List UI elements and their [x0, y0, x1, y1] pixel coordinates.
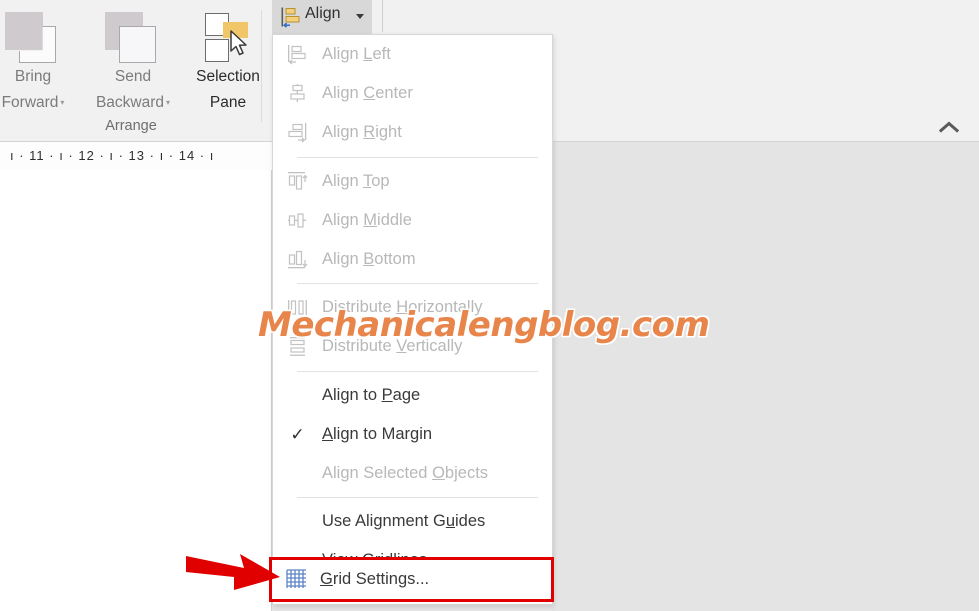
arrange-group-title: Arrange [105, 118, 157, 134]
horizontal-ruler[interactable]: ı · 11 · ı · 12 · ı · 13 · ı · 14 · ı [0, 142, 272, 171]
selection-pane-icon [176, 8, 280, 64]
bring-forward-button[interactable]: Bring Forward ▾ [0, 8, 88, 116]
send-backward-label-line2: Backward [95, 94, 165, 112]
menu-item-icon-slot [273, 454, 322, 493]
menu-item-label: Use Alignment Guides [322, 512, 486, 531]
distribute-horizontal-icon [273, 288, 322, 327]
menu-item-label: Align Right [322, 123, 402, 142]
menu-item-align-selected-objects: Align Selected Objects [273, 454, 552, 493]
ribbon-group-arrange: Bring Forward ▾ Send Backward ▾ Selectio… [0, 0, 262, 141]
menu-item-label: Distribute Vertically [322, 337, 463, 356]
menu-item-align-to-margin[interactable]: ✓ Align to Margin [273, 415, 552, 454]
ruler-ticks: ı · 11 · ı · 12 · ı · 13 · ı · 14 · ı [10, 148, 215, 163]
menu-item-align-middle: Align Middle [273, 201, 552, 240]
workspace-background [552, 170, 979, 611]
menu-item-label: Align Center [322, 84, 413, 103]
distribute-vertical-icon [273, 327, 322, 366]
menu-item-label: Align Top [322, 171, 390, 190]
ribbon-vertical-divider [382, 0, 383, 32]
align-button[interactable]: Align [272, 0, 372, 34]
menu-item-align-left: Align Left [273, 35, 552, 74]
red-arrow-pointer [186, 554, 280, 590]
align-center-icon [273, 74, 322, 113]
menu-item-label: Align Selected Objects [322, 463, 489, 482]
menu-item-grid-settings[interactable]: Grid Settings... [269, 557, 554, 602]
align-top-icon [273, 162, 322, 201]
menu-item-use-alignment-guides[interactable]: Use Alignment Guides [273, 502, 552, 541]
menu-item-label: Distribute Horizontally [322, 298, 483, 317]
document-canvas[interactable] [0, 170, 272, 611]
grid-settings-accel-key: G [320, 570, 333, 588]
menu-separator [297, 156, 538, 158]
align-middle-icon [273, 201, 322, 240]
send-backward-icon [78, 8, 188, 64]
selection-pane-label-line2: Pane [209, 94, 247, 111]
menu-item-icon-slot [273, 502, 322, 541]
align-left-icon [281, 7, 300, 28]
menu-item-label: Align to Margin [322, 424, 433, 443]
menu-item-label: Align to Page [322, 385, 421, 404]
menu-separator [297, 283, 538, 285]
menu-separator [297, 370, 538, 372]
align-button-label: Align [305, 5, 341, 22]
selection-pane-button[interactable]: Selection Pane [176, 8, 280, 116]
align-dropdown-menu[interactable]: Align Left Align Center Align Right Align T… [269, 34, 554, 605]
align-right-icon [273, 113, 322, 152]
menu-separator [297, 497, 538, 499]
chevron-down-icon: ▾ [166, 98, 171, 107]
selection-pane-label-line1: Selection [196, 68, 260, 85]
chevron-down-icon [356, 14, 364, 19]
menu-item-align-center: Align Center [273, 74, 552, 113]
menu-item-distribute-horizontally: Distribute Horizontally [273, 288, 552, 327]
mouse-cursor-icon [230, 30, 247, 56]
menu-item-distribute-vertically: Distribute Vertically [273, 327, 552, 366]
workspace-background-top [552, 142, 979, 170]
bring-forward-label-line1: Bring [14, 68, 52, 85]
menu-item-label: Align Middle [322, 210, 412, 229]
menu-item-align-top: Align Top [273, 162, 552, 201]
chevron-up-icon[interactable] [938, 120, 960, 134]
menu-item-align-bottom: Align Bottom [273, 240, 552, 279]
menu-item-label: Align Bottom [322, 250, 416, 269]
grid-settings-label-post: rid Settings... [332, 570, 430, 588]
send-backward-button[interactable]: Send Backward ▾ [78, 8, 188, 116]
send-backward-label-line1: Send [114, 68, 152, 85]
align-bottom-icon [273, 240, 322, 279]
menu-item-label: Align Left [322, 45, 391, 64]
chevron-down-icon: ▾ [60, 98, 65, 107]
menu-item-align-to-page[interactable]: Align to Page [273, 376, 552, 415]
bring-forward-label-line2: Forward [1, 94, 59, 112]
bring-forward-icon [0, 8, 88, 64]
check-icon: ✓ [290, 424, 305, 444]
group-divider [261, 10, 262, 122]
menu-item-align-right: Align Right [273, 113, 552, 152]
menu-item-icon-slot [273, 376, 322, 415]
align-left-icon [273, 35, 322, 74]
